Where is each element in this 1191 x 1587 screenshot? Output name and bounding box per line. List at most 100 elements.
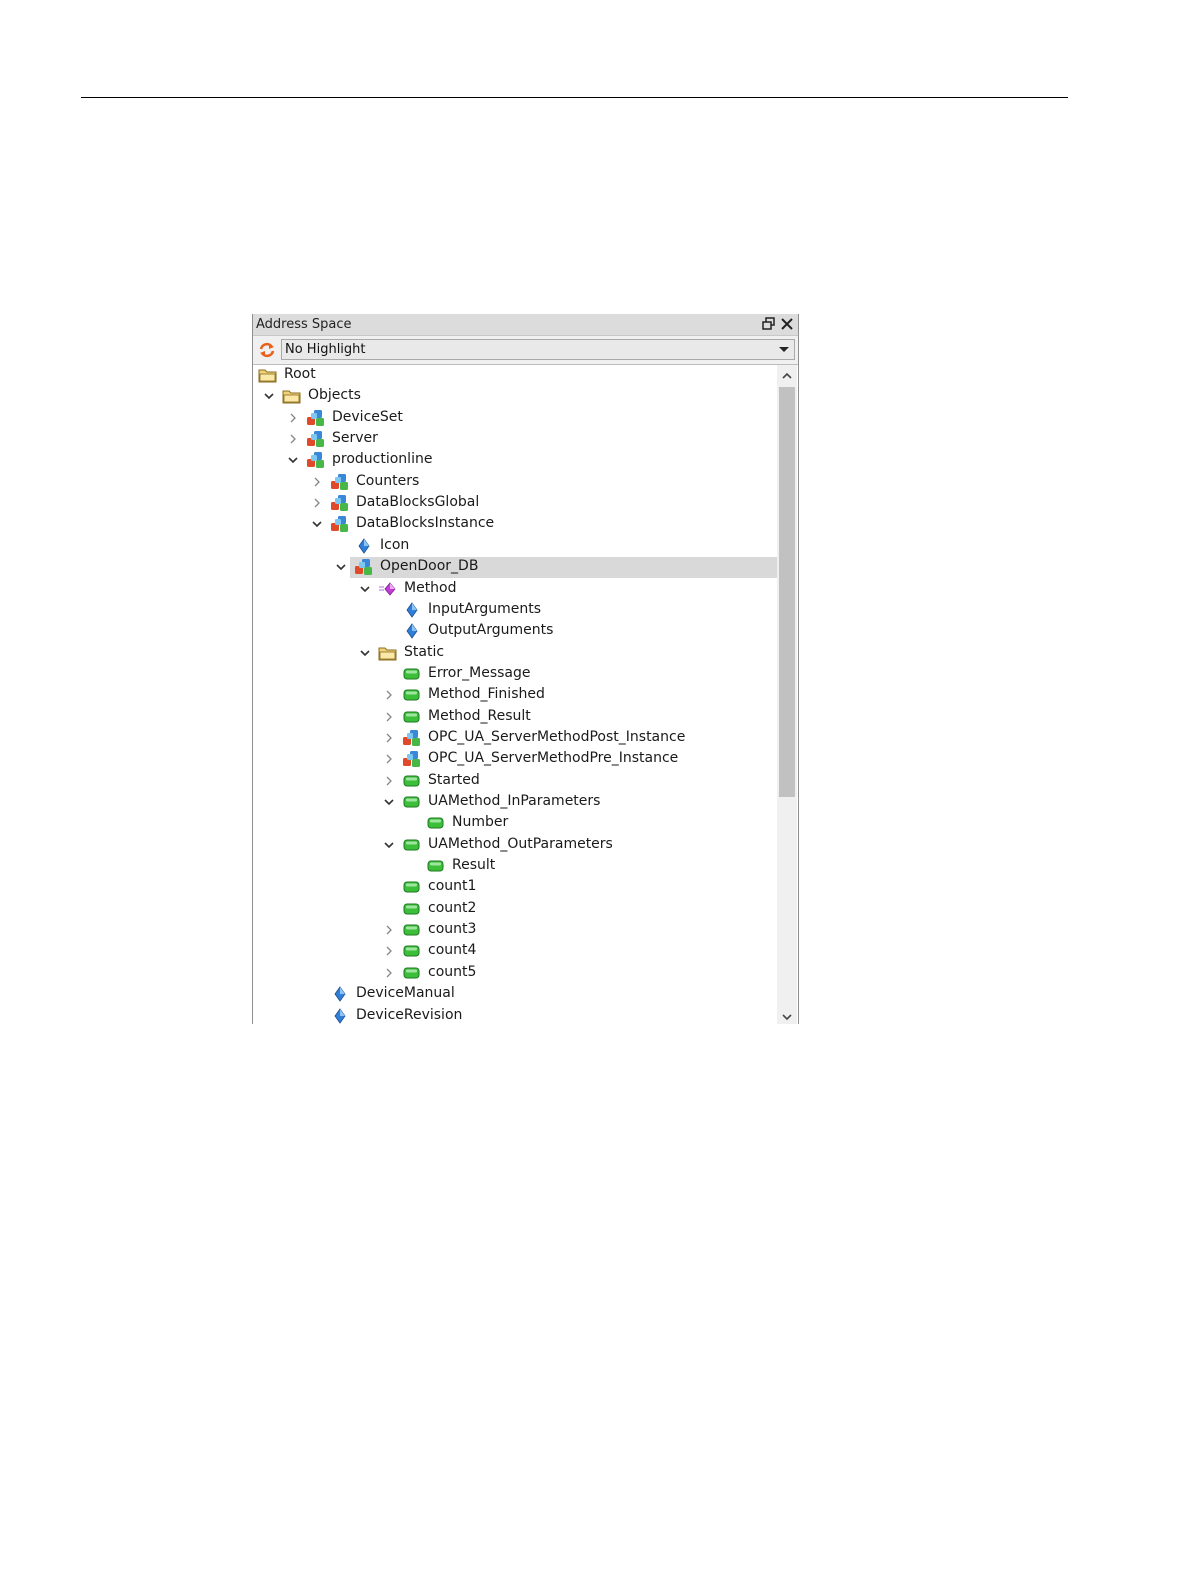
folder-icon xyxy=(378,647,397,661)
tree-node-label: OPC_UA_ServerMethodPre_Instance xyxy=(428,750,679,766)
panel-title: Address Space xyxy=(256,317,352,332)
tree-node-label: InputArguments xyxy=(428,601,542,617)
vertical-scrollbar[interactable] xyxy=(777,365,797,1024)
variable-icon xyxy=(403,668,420,680)
chevron-right-icon[interactable] xyxy=(312,477,322,487)
tree-node[interactable]: DeviceSet xyxy=(253,408,777,429)
object-icon xyxy=(403,730,420,746)
refresh-icon[interactable] xyxy=(257,341,277,359)
chevron-down-icon xyxy=(779,347,789,352)
tree-node[interactable]: count3 xyxy=(253,920,777,941)
chevron-down-icon[interactable] xyxy=(312,519,322,529)
chevron-down-icon[interactable] xyxy=(384,840,394,850)
tree-node-label: Error_Message xyxy=(428,665,531,681)
tree-node-label: OpenDoor_DB xyxy=(380,558,479,574)
tree-node[interactable]: DataBlocksGlobal xyxy=(253,493,777,514)
highlight-dropdown-value: No Highlight xyxy=(285,342,366,357)
tree-node[interactable]: Method_Result xyxy=(253,707,777,728)
tree-node[interactable]: OPC_UA_ServerMethodPost_Instance xyxy=(253,728,777,749)
tree-node[interactable]: Icon xyxy=(253,536,777,557)
chevron-down-icon[interactable] xyxy=(288,455,298,465)
object-icon xyxy=(331,495,348,511)
chevron-right-icon[interactable] xyxy=(384,733,394,743)
tree-node[interactable]: InputArguments xyxy=(253,600,777,621)
tree-node-label: UAMethod_InParameters xyxy=(428,793,601,809)
tree-node-label: count4 xyxy=(428,942,477,958)
chevron-right-icon[interactable] xyxy=(288,434,298,444)
property-icon xyxy=(358,538,370,554)
tree-node[interactable]: productionline xyxy=(253,450,777,471)
variable-icon xyxy=(403,711,420,723)
tree-node[interactable]: Objects xyxy=(253,386,777,407)
tree-node[interactable]: Started xyxy=(253,771,777,792)
tree-node[interactable]: UAMethod_InParameters xyxy=(253,792,777,813)
tree-node[interactable]: DeviceRevision xyxy=(253,1006,777,1024)
tree-node[interactable]: Root xyxy=(253,365,777,386)
scrollbar-thumb[interactable] xyxy=(779,387,795,797)
chevron-down-icon[interactable] xyxy=(384,797,394,807)
variable-icon xyxy=(403,796,420,808)
tree-node[interactable]: Method_Finished xyxy=(253,685,777,706)
tree-node[interactable]: count5 xyxy=(253,963,777,984)
tree-node-label: DeviceRevision xyxy=(356,1007,463,1023)
tree-node[interactable]: count2 xyxy=(253,899,777,920)
tree-node[interactable]: OpenDoor_DB xyxy=(336,557,777,578)
chevron-right-icon[interactable] xyxy=(384,712,394,722)
variable-icon xyxy=(403,775,420,787)
tree-node-label: DeviceManual xyxy=(356,985,455,1001)
chevron-down-icon[interactable] xyxy=(336,562,346,572)
chevron-right-icon[interactable] xyxy=(288,413,298,423)
chevron-right-icon[interactable] xyxy=(384,776,394,786)
chevron-down-icon[interactable] xyxy=(264,391,274,401)
chevron-right-icon[interactable] xyxy=(384,754,394,764)
tree-node-label: Number xyxy=(452,814,509,830)
tree-node-label: UAMethod_OutParameters xyxy=(428,836,613,852)
tree-node[interactable]: Static xyxy=(253,643,777,664)
variable-icon xyxy=(427,817,444,829)
tree-node-label: Method_Finished xyxy=(428,686,545,702)
chevron-down-icon[interactable] xyxy=(360,648,370,658)
chevron-right-icon[interactable] xyxy=(312,498,322,508)
tree-node-label: count3 xyxy=(428,921,477,937)
address-space-tree: Root Objects DeviceSet Server productionline… xyxy=(253,365,777,1024)
tree-node[interactable]: Method xyxy=(253,579,777,600)
chevron-down-icon[interactable] xyxy=(360,584,370,594)
scroll-up-icon[interactable] xyxy=(781,371,793,381)
tree-node[interactable]: OPC_UA_ServerMethodPre_Instance xyxy=(253,749,777,770)
scroll-down-icon[interactable] xyxy=(781,1012,793,1022)
tree-node[interactable]: DataBlocksInstance xyxy=(253,514,777,535)
tree-node-label: Objects xyxy=(308,387,361,403)
object-icon xyxy=(403,751,420,767)
folder-icon xyxy=(282,390,301,404)
variable-icon xyxy=(403,689,420,701)
tree-node[interactable]: Counters xyxy=(253,472,777,493)
tree-node[interactable]: Server xyxy=(253,429,777,450)
tree-node[interactable]: Number xyxy=(253,813,777,834)
tree-node-label: count1 xyxy=(428,878,477,894)
tree-node-label: DataBlocksInstance xyxy=(356,515,495,531)
float-window-icon[interactable] xyxy=(761,316,777,332)
variable-icon xyxy=(403,924,420,936)
tree-node[interactable]: count1 xyxy=(253,877,777,898)
tree-node-label: OPC_UA_ServerMethodPost_Instance xyxy=(428,729,686,745)
tree-node-label: DataBlocksGlobal xyxy=(356,494,480,510)
object-icon xyxy=(307,410,324,426)
chevron-right-icon[interactable] xyxy=(384,946,394,956)
property-icon xyxy=(334,986,346,1002)
close-icon[interactable] xyxy=(779,316,795,332)
tree-node[interactable]: Result xyxy=(253,856,777,877)
highlight-dropdown[interactable]: No Highlight xyxy=(281,339,795,360)
tree-node[interactable]: OutputArguments xyxy=(253,621,777,642)
tree-node[interactable]: Error_Message xyxy=(253,664,777,685)
object-icon xyxy=(355,559,372,575)
tree-node[interactable]: UAMethod_OutParameters xyxy=(253,835,777,856)
tree-node-label: Method xyxy=(404,580,457,596)
property-icon xyxy=(334,1008,346,1024)
tree-node[interactable]: count4 xyxy=(253,941,777,962)
tree-node[interactable]: DeviceManual xyxy=(253,984,777,1005)
chevron-right-icon[interactable] xyxy=(384,968,394,978)
chevron-right-icon[interactable] xyxy=(384,690,394,700)
tree-node-label: Method_Result xyxy=(428,708,531,724)
chevron-right-icon[interactable] xyxy=(384,925,394,935)
page-header-rule xyxy=(81,97,1068,98)
